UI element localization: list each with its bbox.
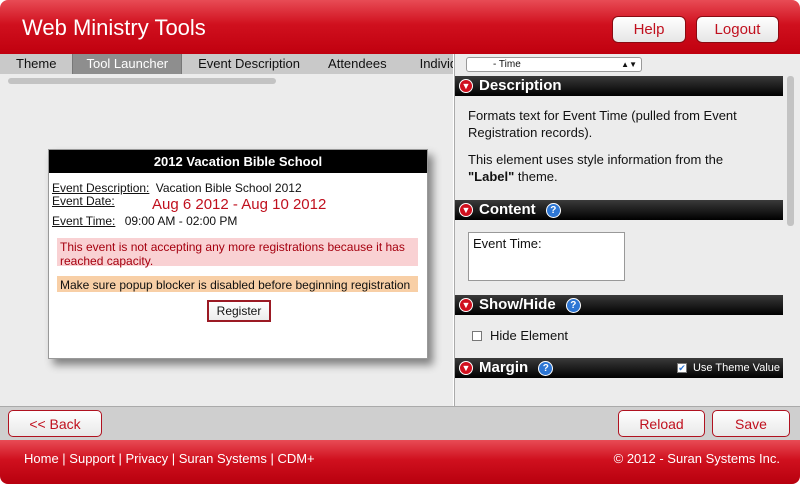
description-paragraph-2: This element uses style information from… (468, 152, 724, 184)
footer-link-suran[interactable]: Suran Systems (179, 451, 267, 466)
app-footer: Home | Support | Privacy | Suran Systems… (0, 440, 800, 484)
reload-button[interactable]: Reload (618, 410, 705, 437)
event-preview-card: 2012 Vacation Bible School Event Descrip… (48, 149, 428, 359)
footer-link-support[interactable]: Support (69, 451, 115, 466)
select-arrows-icon: ▲▼ (621, 60, 637, 69)
app-header: Web Ministry Tools Help Logout (0, 0, 800, 54)
showhide-section-header[interactable]: ▼ Show/Hide ? (455, 295, 783, 315)
help-question-icon[interactable]: ? (538, 361, 554, 376)
tab-bar: Theme Tool Launcher Event Description At… (0, 54, 453, 74)
copyright-text: © 2012 - Suran Systems Inc. (613, 451, 780, 466)
description-text: Formats text for Event Time (pulled from… (468, 107, 768, 195)
preview-pane: Theme Tool Launcher Event Description At… (0, 54, 453, 406)
footer-links: Home | Support | Privacy | Suran Systems… (24, 451, 315, 466)
help-question-icon[interactable]: ? (545, 203, 561, 218)
use-theme-checkbox[interactable]: ✔ (676, 363, 687, 373)
element-select[interactable]: - Time ▲▼ (466, 57, 642, 72)
popup-blocker-message: Make sure popup blocker is disabled befo… (57, 276, 418, 292)
description-header-label: Description (479, 77, 562, 94)
content-header-label: Content (479, 201, 536, 218)
tab-individual[interactable]: Individual L (387, 54, 453, 74)
properties-pane: - Time ▲▼ ▼ Description Formats text for… (454, 54, 800, 406)
event-time-value: 09:00 AM - 02:00 PM (124, 214, 238, 228)
vertical-scrollbar[interactable] (787, 76, 794, 226)
event-title: 2012 Vacation Bible School (49, 150, 427, 173)
use-theme-value: ✔ Use Theme Value (676, 358, 780, 378)
collapse-arrow-icon[interactable]: ▼ (459, 361, 473, 375)
element-select-value: - Time (493, 59, 521, 70)
tab-attendees[interactable]: Attendees (300, 54, 387, 74)
capacity-message: This event is not accepting any more reg… (57, 238, 418, 268)
hide-element-label: Hide Element (490, 328, 569, 343)
help-button[interactable]: Help (612, 16, 686, 43)
event-date-label: Event Date: (52, 194, 115, 208)
app-title: Web Ministry Tools (22, 15, 206, 40)
event-description-label: Event Description: (52, 181, 150, 195)
footer-link-privacy[interactable]: Privacy (125, 451, 168, 466)
tab-theme[interactable]: Theme (0, 54, 56, 74)
tab-tool-launcher[interactable]: Tool Launcher (72, 54, 183, 74)
event-description-value: Vacation Bible School 2012 (155, 181, 302, 195)
action-bar: << Back Reload Save (0, 406, 800, 440)
register-button[interactable]: Register (207, 300, 271, 322)
event-time-label: Event Time: (52, 214, 116, 228)
content-section-header[interactable]: ▼ Content ? (455, 200, 783, 220)
event-date-row: Event Date: Aug 6 2012 - Aug 10 2012 (52, 194, 326, 213)
content-textarea[interactable]: Event Time: (468, 232, 625, 281)
footer-link-cdm[interactable]: CDM+ (277, 451, 314, 466)
margin-header-label: Margin (479, 359, 529, 376)
horizontal-scrollbar[interactable] (8, 78, 276, 84)
collapse-arrow-icon[interactable]: ▼ (459, 203, 473, 217)
tab-event-description[interactable]: Event Description (182, 54, 300, 74)
back-button[interactable]: << Back (8, 410, 102, 437)
use-theme-label: Use Theme Value (692, 362, 780, 374)
description-paragraph-1: Formats text for Event Time (pulled from… (468, 108, 737, 140)
collapse-arrow-icon[interactable]: ▼ (459, 79, 473, 93)
description-section-header[interactable]: ▼ Description (455, 76, 783, 96)
event-time-row: Event Time: 09:00 AM - 02:00 PM (52, 214, 237, 228)
help-question-icon[interactable]: ? (565, 298, 581, 313)
footer-link-home[interactable]: Home (24, 451, 59, 466)
logout-button[interactable]: Logout (696, 16, 779, 43)
save-button[interactable]: Save (712, 410, 790, 437)
margin-section-header[interactable]: ▼ Margin ? ✔ Use Theme Value (455, 358, 783, 378)
event-description-row: Event Description: Vacation Bible School… (52, 181, 302, 195)
hide-element-checkbox[interactable] (472, 330, 482, 341)
event-date-value: Aug 6 2012 - Aug 10 2012 (152, 196, 327, 213)
hide-element-row: Hide Element (472, 328, 568, 343)
showhide-header-label: Show/Hide (479, 296, 556, 313)
collapse-arrow-icon[interactable]: ▼ (459, 298, 473, 312)
